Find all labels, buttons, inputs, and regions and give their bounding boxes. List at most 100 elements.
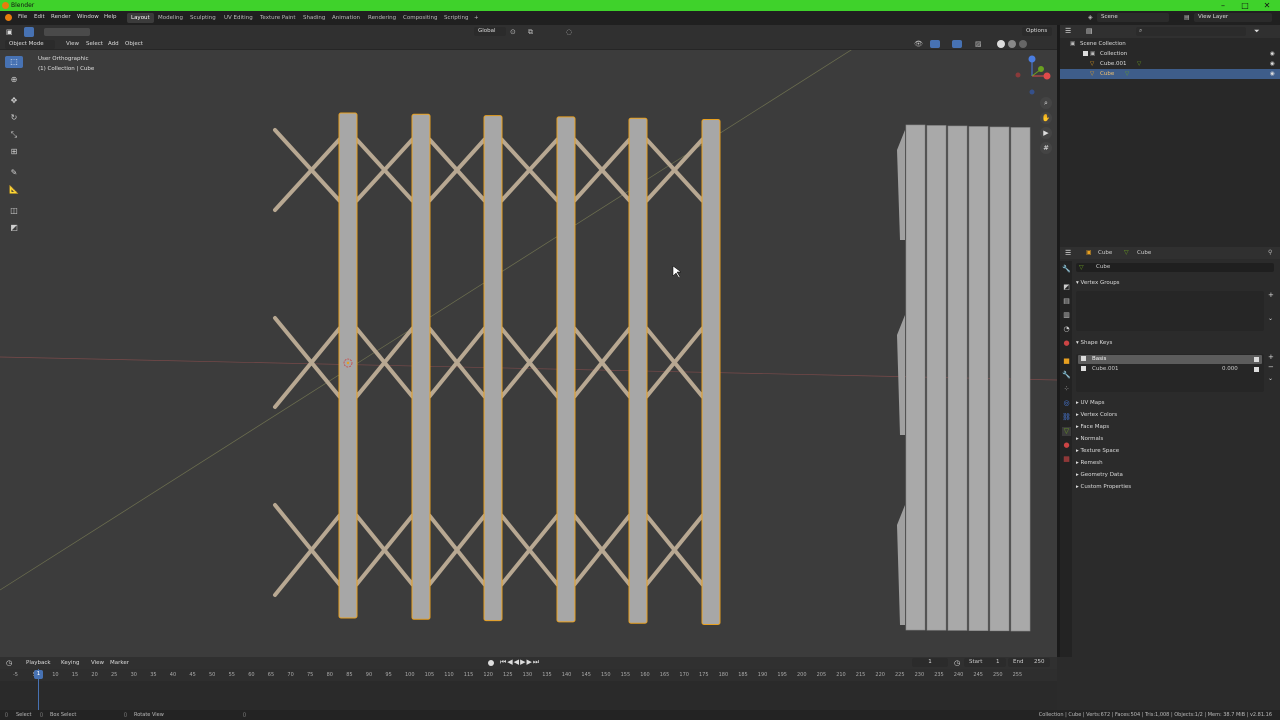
texture-tab-icon[interactable]: ▦ — [1062, 455, 1071, 464]
current-frame-field[interactable]: 1 — [912, 658, 948, 667]
end-frame-field[interactable]: End 250 — [1008, 658, 1050, 667]
frame-ruler[interactable]: -551015202530354045505560657075808590951… — [0, 669, 1057, 681]
outliner-display-mode-icon[interactable]: ▤ — [1086, 27, 1093, 35]
snap-icon[interactable]: ⧉ — [528, 28, 533, 37]
tool-tab-icon[interactable]: 🔧 — [1062, 265, 1071, 274]
playhead-marker[interactable]: 1 — [34, 670, 43, 679]
measure-tool-icon[interactable]: 📐 — [5, 184, 23, 196]
record-icon[interactable] — [488, 660, 494, 666]
checkbox-icon[interactable] — [1083, 51, 1088, 56]
menu-render[interactable]: Render — [51, 14, 71, 20]
output-tab-icon[interactable]: ▤ — [1062, 297, 1071, 306]
shape-keys-list[interactable]: Basis Cube.001 0.000 — [1076, 354, 1264, 392]
tab-rendering[interactable]: Rendering — [364, 13, 400, 23]
add-workspace-icon[interactable]: + — [470, 13, 483, 23]
tab-texture-paint[interactable]: Texture Paint — [256, 13, 300, 23]
close-icon[interactable]: ✕ — [1256, 0, 1278, 11]
visibility-icon[interactable]: 👁 — [914, 40, 923, 48]
annotate-tool-icon[interactable]: ✎ — [5, 167, 23, 179]
vertex-group-menu-icon[interactable]: ⌄ — [1268, 315, 1273, 322]
tab-sculpting[interactable]: Sculpting — [186, 13, 220, 23]
shape-key-value[interactable]: 0.000 — [1222, 366, 1238, 372]
cursor-tool-icon[interactable]: ⊕ — [5, 74, 23, 86]
filter-icon[interactable]: ⏷ — [1254, 27, 1260, 36]
outliner-row-cube[interactable]: ▽ Cube ▽ ◉ — [1060, 69, 1280, 79]
timeline-area[interactable]: -551015202530354045505560657075808590951… — [0, 669, 1057, 710]
viewport-menu-select[interactable]: Select — [86, 41, 103, 47]
pin-icon[interactable]: ⚲ — [1268, 249, 1272, 256]
scale-tool-icon[interactable]: ⤡ — [5, 129, 23, 141]
maximize-icon[interactable]: □ — [1234, 0, 1256, 11]
outliner-editor-icon[interactable]: ☰ — [1065, 27, 1071, 35]
vertex-groups-list[interactable] — [1076, 291, 1264, 331]
outliner-row-collection[interactable]: ▣ Collection ◉ — [1060, 49, 1280, 59]
panel-vertex-groups[interactable]: ▾ Vertex Groups — [1076, 278, 1120, 288]
stopwatch-icon[interactable]: ◷ — [954, 659, 960, 667]
add-cube-tool-icon[interactable]: ◫ — [5, 205, 23, 217]
viewport-menu-view[interactable]: View — [66, 41, 79, 47]
viewport-menu-add[interactable]: Add — [108, 41, 119, 47]
add-vertex-group-icon[interactable]: + — [1268, 291, 1274, 299]
timeline-menu-view[interactable]: View — [91, 660, 104, 666]
panel-remesh[interactable]: ▸ Remesh — [1076, 458, 1103, 468]
shape-key-checkbox[interactable] — [1254, 357, 1259, 362]
transform-orientation-dropdown[interactable]: Global — [474, 27, 506, 36]
mode-dropdown[interactable]: Object Mode — [5, 40, 55, 49]
constraints-tab-icon[interactable]: ⛓ — [1062, 413, 1071, 422]
properties-editor-icon[interactable]: ☰ — [1065, 249, 1071, 257]
outliner-row-scene-collection[interactable]: ▣ Scene Collection — [1060, 39, 1280, 49]
add-shape-key-icon[interactable]: + — [1268, 353, 1274, 361]
eye-icon[interactable]: ◉ — [1270, 69, 1275, 79]
remove-shape-key-icon[interactable]: − — [1268, 363, 1274, 371]
ortho-grid-icon[interactable]: # — [1040, 142, 1052, 154]
xray-icon[interactable]: ▨ — [975, 40, 982, 48]
tab-modeling[interactable]: Modeling — [154, 13, 187, 23]
playback-controls[interactable]: ⏮◀◀▶▶⏭ — [500, 658, 540, 667]
outliner-search-input[interactable] — [1136, 27, 1246, 36]
extra-tool-icon[interactable]: ◩ — [5, 222, 23, 234]
options-button[interactable]: Options — [1022, 27, 1052, 36]
navigation-gizmo[interactable] — [1012, 54, 1052, 98]
blender-menu-icon[interactable] — [5, 14, 12, 21]
mesh-name-field[interactable]: ▽ Cube — [1076, 263, 1274, 272]
view-layer-tab-icon[interactable]: ▥ — [1062, 311, 1071, 320]
shape-key-menu-icon[interactable]: ⌄ — [1268, 375, 1273, 382]
view-layer-selector[interactable]: View Layer — [1194, 13, 1272, 22]
menu-edit[interactable]: Edit — [34, 14, 45, 20]
material-tab-icon[interactable]: ● — [1062, 441, 1071, 450]
panel-custom-properties[interactable]: ▸ Custom Properties — [1076, 482, 1131, 492]
tab-uv-editing[interactable]: UV Editing — [220, 13, 257, 23]
shape-key-row[interactable]: Cube.001 0.000 — [1078, 365, 1262, 374]
transform-tool-icon[interactable]: ⊞ — [5, 146, 23, 158]
physics-tab-icon[interactable]: ◎ — [1062, 399, 1071, 408]
particles-tab-icon[interactable]: ⁘ — [1062, 385, 1071, 394]
zoom-icon[interactable]: ⌕ — [1040, 97, 1052, 109]
shading-rendered-icon[interactable] — [1019, 40, 1027, 48]
select-box-tool-icon[interactable]: ⬚ — [5, 56, 23, 68]
tab-compositing[interactable]: Compositing — [399, 13, 441, 23]
mesh-data-tab-icon[interactable]: ▽ — [1062, 427, 1071, 436]
panel-vertex-colors[interactable]: ▸ Vertex Colors — [1076, 410, 1117, 420]
panel-texture-space[interactable]: ▸ Texture Space — [1076, 446, 1119, 456]
tab-animation[interactable]: Animation — [328, 13, 364, 23]
timeline-menu-keying[interactable]: Keying — [61, 660, 79, 666]
object-tab-icon[interactable]: ■ — [1062, 357, 1071, 366]
outliner-row-cube-001[interactable]: ▽ Cube.001 ▽ ◉ — [1060, 59, 1280, 69]
editor-type-icon[interactable]: ▣ — [6, 28, 13, 36]
scene-tab-icon[interactable]: ◔ — [1062, 325, 1071, 334]
scene-selector[interactable]: Scene — [1097, 13, 1169, 22]
panel-face-maps[interactable]: ▸ Face Maps — [1076, 422, 1109, 432]
menu-file[interactable]: File — [18, 14, 27, 20]
pan-hand-icon[interactable]: ✋ — [1040, 112, 1052, 124]
eye-icon[interactable]: ◉ — [1270, 49, 1275, 59]
render-tab-icon[interactable]: ◩ — [1062, 283, 1071, 292]
panel-shape-keys[interactable]: ▾ Shape Keys — [1076, 338, 1112, 348]
pivot-icon[interactable]: ⊙ — [510, 28, 516, 36]
panel-geometry-data[interactable]: ▸ Geometry Data — [1076, 470, 1123, 480]
viewport-canvas[interactable] — [0, 50, 1057, 657]
minimize-icon[interactable]: – — [1212, 0, 1234, 11]
3d-viewport[interactable]: User Orthographic (1) Collection | Cube … — [0, 50, 1057, 657]
gizmo-toggle-icon[interactable] — [930, 40, 940, 48]
proportional-edit-icon[interactable]: ◌ — [566, 28, 572, 36]
tab-shading[interactable]: Shading — [299, 13, 329, 23]
